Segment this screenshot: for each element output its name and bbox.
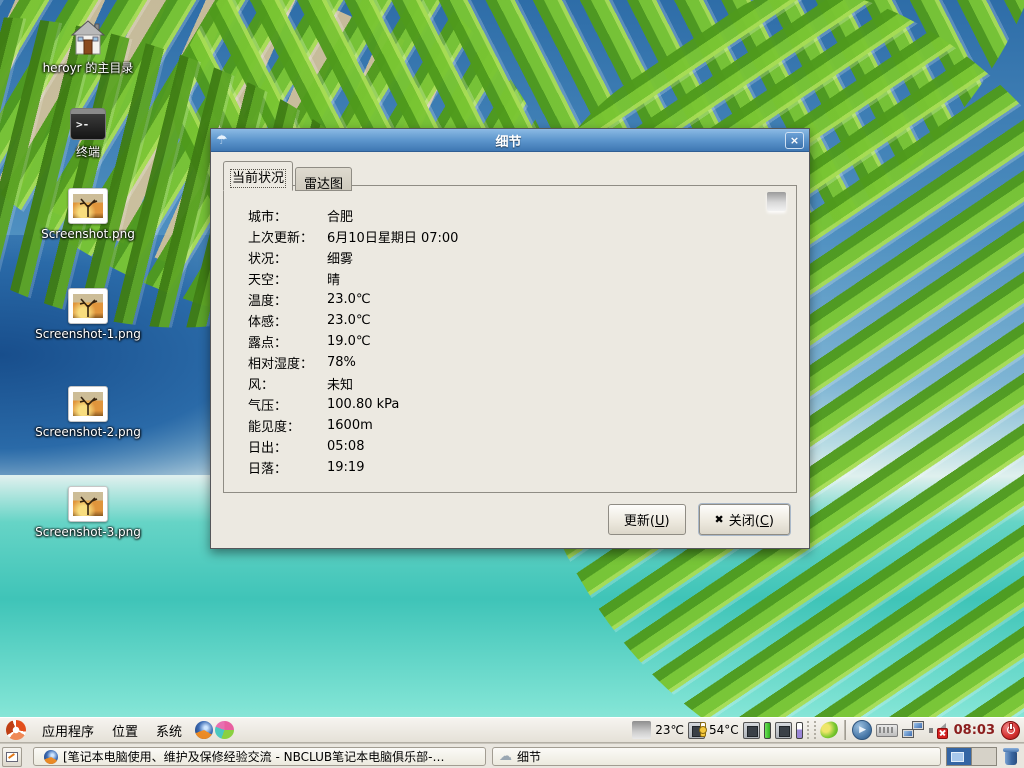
ubuntu-logo-icon[interactable] xyxy=(6,720,26,740)
bottom-menu-panel: 应用程序 位置 系统 23℃ 54°C ▶ 08:03 xyxy=(0,717,1024,743)
dialog-titlebar[interactable]: ☂ 细节 × xyxy=(211,129,809,152)
weather-details-dialog: ☂ 细节 × 当前状况 雷达图 城市：合肥 上次更新：6月10日星期日 07:0… xyxy=(210,128,810,549)
firefox-launcher-icon[interactable] xyxy=(195,721,213,739)
dialog-title: 细节 xyxy=(232,131,785,150)
close-button[interactable]: ✖ 关闭(C) xyxy=(699,504,790,535)
field-sunrise: 日出：05:08 xyxy=(248,436,756,457)
terminal-icon: >- xyxy=(70,108,106,140)
panel-clock[interactable]: 08:03 xyxy=(954,723,995,738)
field-feels-like: 体感：23.0℃ xyxy=(248,310,756,331)
field-pressure: 气压：100.80 kPa xyxy=(248,394,756,415)
image-file-icon xyxy=(68,486,108,522)
desktop-icon-label: Screenshot-3.png xyxy=(35,525,141,539)
tab-current-conditions[interactable]: 当前状况 xyxy=(223,161,293,191)
keyboard-indicator-icon[interactable] xyxy=(876,724,898,737)
field-sky: 天空：晴 xyxy=(248,268,756,289)
update-button[interactable]: 更新(U) xyxy=(608,504,686,535)
weather-temperature[interactable]: 23℃ xyxy=(655,723,684,737)
network-monitor-icon[interactable] xyxy=(902,721,924,739)
image-file-icon xyxy=(68,386,108,422)
desktop-icon-label: 终端 xyxy=(76,143,100,160)
field-condition: 状况：细雾 xyxy=(248,247,756,268)
home-icon xyxy=(69,20,107,56)
close-icon[interactable]: × xyxy=(785,132,804,149)
workspace-switcher[interactable] xyxy=(946,747,997,766)
power-button-icon[interactable] xyxy=(1001,721,1020,740)
weather-applet-icon[interactable] xyxy=(632,721,651,739)
weather-image-placeholder xyxy=(767,192,786,211)
field-temperature: 温度：23.0℃ xyxy=(248,289,756,310)
volume-muted-icon[interactable] xyxy=(928,722,948,739)
desktop-icon-screenshot-3[interactable]: Screenshot-3.png xyxy=(18,486,158,539)
monitor-bar-green xyxy=(764,722,771,739)
app-launcher-icon[interactable] xyxy=(215,721,234,739)
thermometer-icon xyxy=(700,722,706,737)
weather-app-icon: ☂ xyxy=(216,134,232,147)
window-list-taskbar: [笔记本电脑使用、维护及保修经验交流 - NBCLUB笔记本电脑俱乐部-… ☁ … xyxy=(0,743,1024,768)
field-sunset: 日落：19:19 xyxy=(248,457,756,478)
field-wind: 风：未知 xyxy=(248,373,756,394)
taskbar-window-firefox[interactable]: [笔记本电脑使用、维护及保修经验交流 - NBCLUB笔记本电脑俱乐部-… xyxy=(33,747,486,766)
show-desktop-button[interactable] xyxy=(2,747,22,767)
sensor-icon[interactable] xyxy=(743,722,760,739)
desktop-icon-screenshot-2[interactable]: Screenshot-2.png xyxy=(18,386,158,439)
desktop-icon-label: Screenshot-1.png xyxy=(35,327,141,341)
field-dew-point: 露点：19.0℃ xyxy=(248,331,756,352)
cpu-temperature[interactable]: 54°C xyxy=(709,723,739,737)
taskbar-window-details[interactable]: ☁ 细节 xyxy=(492,747,941,766)
tray-separator xyxy=(844,720,846,740)
panel-menus: 应用程序 位置 系统 xyxy=(0,718,234,742)
trash-icon[interactable] xyxy=(1001,747,1021,766)
image-file-icon xyxy=(68,188,108,224)
desktop-icon-label: heroyr 的主目录 xyxy=(43,59,134,76)
weather-fields: 城市：合肥 上次更新：6月10日星期日 07:00 状况：细雾 天空：晴 温度：… xyxy=(248,205,756,478)
menu-places[interactable]: 位置 xyxy=(103,718,147,742)
dialog-tabs: 当前状况 雷达图 xyxy=(223,160,352,190)
field-humidity: 相对湿度：78% xyxy=(248,352,756,373)
network-applet-icon[interactable] xyxy=(818,720,839,739)
field-last-update: 上次更新：6月10日星期日 07:00 xyxy=(248,226,756,247)
desktop-icon-label: Screenshot.png xyxy=(41,227,135,241)
tab-radar-map[interactable]: 雷达图 xyxy=(295,167,352,191)
field-city: 城市：合肥 xyxy=(248,205,756,226)
desktop-icon-label: Screenshot-2.png xyxy=(35,425,141,439)
image-file-icon xyxy=(68,288,108,324)
monitor-bar-purple xyxy=(796,722,803,739)
workspace-1-active[interactable] xyxy=(947,748,971,765)
desktop-icon-screenshot[interactable]: Screenshot.png xyxy=(18,188,158,241)
cpu-sensor-icon[interactable] xyxy=(688,722,705,739)
desktop-icon-screenshot-1[interactable]: Screenshot-1.png xyxy=(18,288,158,341)
menu-applications[interactable]: 应用程序 xyxy=(33,718,103,742)
sensor-icon[interactable] xyxy=(775,722,792,739)
field-visibility: 能见度：1600m xyxy=(248,415,756,436)
media-player-icon[interactable]: ▶ xyxy=(852,720,872,740)
workspace-2[interactable] xyxy=(971,748,996,765)
tray-grip-handle[interactable] xyxy=(807,721,816,739)
desktop-icon-terminal[interactable]: >- 终端 xyxy=(18,108,158,160)
tab-content-frame: 城市：合肥 上次更新：6月10日星期日 07:00 状况：细雾 天空：晴 温度：… xyxy=(223,185,797,493)
menu-system[interactable]: 系统 xyxy=(147,718,191,742)
system-tray: 23℃ 54°C ▶ 08:03 xyxy=(632,718,1024,742)
firefox-icon xyxy=(44,750,58,764)
close-x-icon: ✖ xyxy=(715,514,724,525)
desktop-icon-home[interactable]: heroyr 的主目录 xyxy=(18,20,158,76)
dialog-buttons: 更新(U) ✖ 关闭(C) xyxy=(608,504,790,535)
cloud-icon: ☁ xyxy=(499,750,512,763)
